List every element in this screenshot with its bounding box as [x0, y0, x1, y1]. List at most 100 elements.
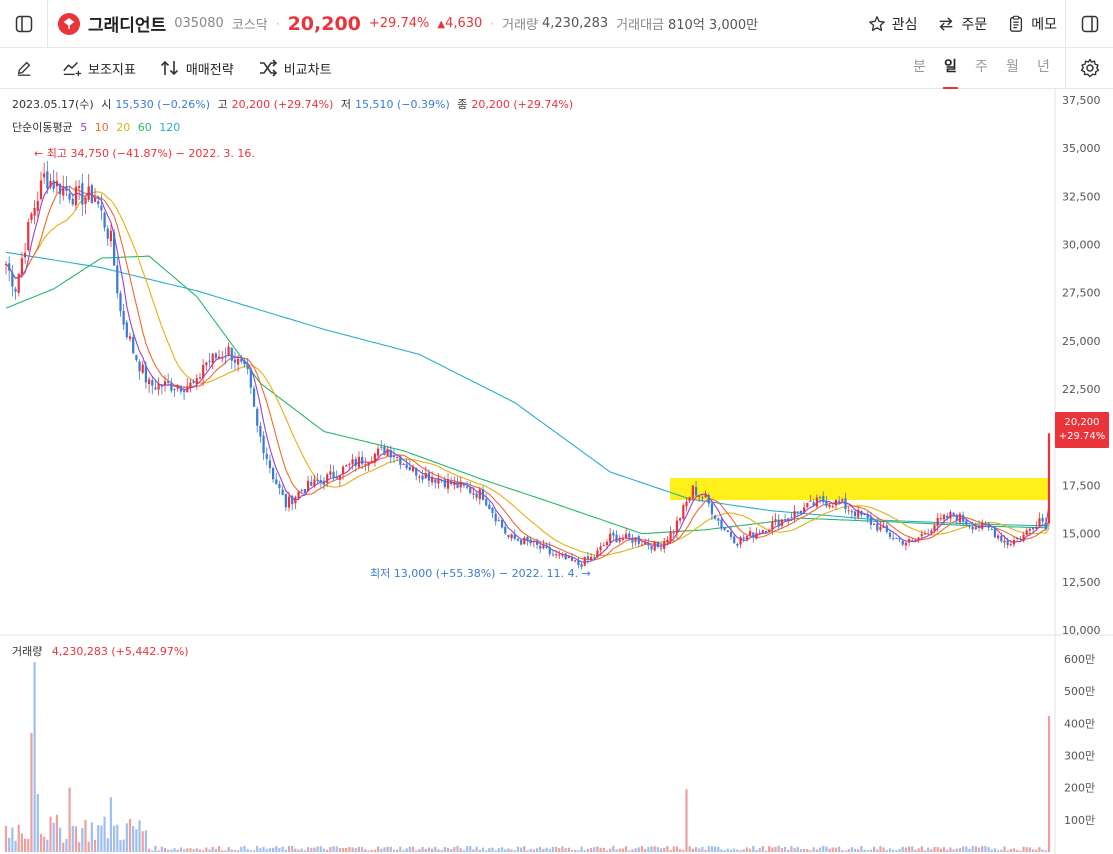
volume-bar: [332, 846, 335, 852]
candle-body: [30, 213, 33, 220]
volume-bar: [84, 819, 87, 852]
volume-bar: [570, 850, 574, 852]
volume-bar: [396, 849, 399, 852]
volume-bar: [628, 850, 631, 852]
volume-bar: [834, 847, 838, 852]
volume-bar: [675, 846, 679, 852]
volume-bar: [176, 849, 179, 852]
volume-bar: [825, 846, 828, 852]
volume-bar: [647, 846, 650, 852]
candle-body: [548, 547, 551, 554]
tab-day[interactable]: 일: [935, 48, 966, 89]
memo-button[interactable]: 메모: [1007, 14, 1057, 34]
volume-bar: [192, 849, 195, 852]
draw-button[interactable]: [0, 48, 48, 89]
volume-bar: [981, 846, 984, 852]
candle-body: [1035, 526, 1038, 529]
candle-body: [637, 536, 640, 544]
candle-body: [958, 514, 962, 523]
volume-bar: [345, 847, 348, 852]
volume-bar: [313, 847, 316, 852]
volume-bar: [453, 847, 456, 852]
volume-bar: [558, 848, 561, 852]
candle-body: [876, 523, 879, 531]
candle-body: [205, 362, 208, 366]
candle-body: [408, 466, 411, 470]
candle-body: [911, 540, 914, 542]
volume-bar: [450, 848, 453, 852]
right-panel-toggle-button[interactable]: [1065, 0, 1113, 48]
candle-body: [612, 532, 615, 536]
volume-bar: [186, 848, 189, 852]
volume-bar: [389, 846, 392, 852]
compare-button[interactable]: 비교차트: [258, 59, 332, 78]
volume-bar: [310, 847, 313, 852]
candle-body: [8, 263, 11, 271]
tab-year[interactable]: 년: [1028, 48, 1059, 89]
volume-bar: [701, 846, 704, 852]
volume-bar: [434, 846, 437, 852]
candle-body: [825, 500, 828, 507]
volume-bar: [278, 848, 281, 852]
candle-body: [669, 531, 672, 541]
volume-bar: [694, 847, 698, 852]
volume-bar: [380, 848, 383, 852]
volume-bar: [920, 846, 923, 852]
candle-body: [666, 539, 669, 543]
volume-bar: [361, 847, 364, 852]
candle-body: [907, 539, 911, 543]
volume-bar: [513, 850, 516, 852]
tab-month[interactable]: 월: [997, 48, 1028, 89]
volume-bar: [364, 849, 367, 852]
ma-60-label: 60: [137, 121, 152, 134]
volume-bar: [605, 850, 609, 852]
candle-body: [885, 525, 888, 532]
price-tick-label: 35,000: [1062, 142, 1101, 155]
volume-bar: [195, 848, 198, 852]
strategy-button[interactable]: 매매전략: [160, 59, 234, 78]
volume-bar: [774, 846, 777, 852]
candle-body: [434, 479, 437, 483]
current-price: 20,200: [287, 12, 361, 35]
tab-week[interactable]: 주: [966, 48, 997, 89]
volume-bar: [850, 847, 853, 852]
candle-body: [268, 460, 272, 468]
candle-body: [758, 532, 761, 534]
candle-body: [857, 509, 860, 518]
candle-body: [430, 477, 434, 483]
candle-body: [615, 534, 618, 543]
shuffle-icon: [259, 59, 277, 77]
candles: [4, 160, 1051, 570]
stock-chart[interactable]: 37,500 35,000 32,500 30,000 27,500 25,000 22,5…: [0, 89, 1113, 854]
volume-bar: [764, 850, 768, 852]
candle-body: [4, 264, 8, 266]
volume-bar: [691, 848, 694, 852]
market-name: 코스닥: [231, 18, 268, 33]
volume-bar: [631, 849, 634, 852]
chart-settings-button[interactable]: [1065, 47, 1113, 89]
sidebar-toggle-button[interactable]: [0, 0, 48, 48]
candle-body: [424, 473, 427, 479]
volume-bar: [14, 840, 17, 852]
volume-bar: [618, 848, 621, 852]
volume-bar: [955, 848, 958, 852]
indicator-button[interactable]: 보조지표: [62, 59, 136, 78]
watch-button[interactable]: 관심: [868, 14, 918, 34]
tab-minute[interactable]: 분: [904, 48, 935, 89]
candle-body: [81, 183, 84, 205]
watch-label: 관심: [891, 16, 918, 33]
candle-body: [84, 197, 87, 205]
candle-body: [259, 425, 262, 437]
volume-tick-label: 200만: [1064, 782, 1095, 795]
volume-bar: [329, 847, 332, 852]
candle-body: [685, 501, 688, 507]
order-button[interactable]: 주문: [937, 14, 987, 34]
candle-body: [376, 448, 380, 456]
volume-bar: [249, 850, 252, 852]
volume-bar: [977, 847, 981, 852]
candle-body: [208, 360, 211, 362]
volume-tick-label: 100만: [1064, 814, 1095, 827]
candle-body: [373, 453, 376, 463]
volume-bar: [911, 846, 914, 852]
volume-bar: [138, 820, 141, 852]
